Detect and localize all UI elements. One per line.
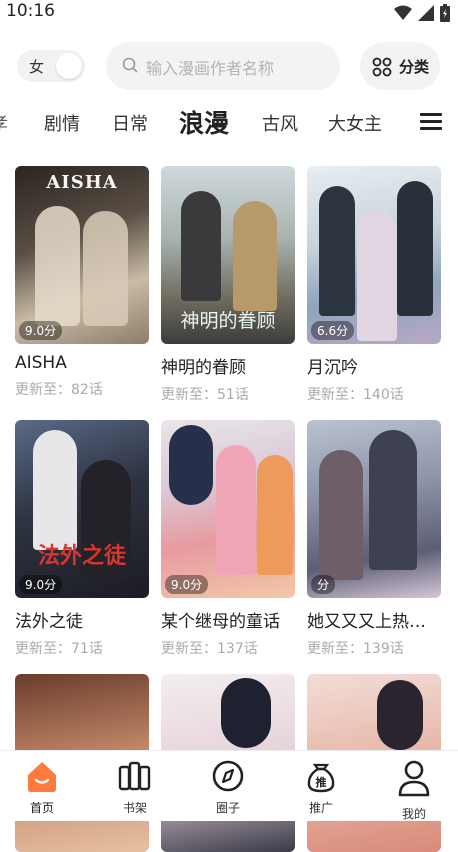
search-input[interactable]: 输入漫画作者名称 — [106, 42, 340, 90]
cover-title-art: 神明的眷顾 — [180, 310, 276, 332]
tab-romance[interactable]: 浪漫 — [179, 104, 229, 140]
svg-text:推: 推 — [316, 775, 327, 789]
home-icon — [28, 762, 56, 792]
tab-daily[interactable]: 日常 — [112, 110, 148, 136]
comic-card[interactable]: 9.0分 某个继母的童话 更新至：137话 — [161, 420, 295, 658]
signal-icon — [418, 5, 434, 21]
tab-partial[interactable]: 孝 — [0, 110, 16, 136]
score-badge: 9.0分 — [19, 575, 63, 594]
comic-update: 更新至：82话 — [15, 382, 103, 398]
bookshelf-icon — [118, 761, 151, 791]
comic-title: 某个继母的童话 — [161, 612, 280, 632]
tab-heroine[interactable]: 大女主 — [328, 110, 382, 136]
nav-profile[interactable]: 我的 — [384, 759, 444, 822]
promote-bag-icon: 推 — [307, 763, 335, 793]
status-bar: 10:16 — [0, 0, 458, 26]
comic-cover[interactable]: AISHA 9.0分 — [15, 166, 149, 344]
comic-card[interactable]: 神明的眷顾 神明的眷顾 更新至：51话 — [161, 166, 295, 404]
comic-update: 更新至：140话 — [307, 387, 404, 403]
nav-promote[interactable]: 推 推广 — [291, 759, 351, 816]
score-badge: 9.0分 — [19, 321, 63, 340]
comic-title: 月沉吟 — [307, 358, 358, 378]
nav-circle-label: 圈子 — [215, 801, 240, 815]
comic-card[interactable]: 6.6分 月沉吟 更新至：140话 — [307, 166, 441, 404]
wifi-icon — [394, 5, 412, 20]
comic-update: 更新至：51话 — [161, 387, 249, 403]
search-icon — [122, 57, 138, 73]
comic-update: 更新至：137话 — [161, 641, 258, 657]
comic-cover[interactable]: 分 — [307, 420, 441, 598]
comic-cover[interactable]: 6.6分 — [307, 166, 441, 344]
comic-update: 更新至：71话 — [15, 641, 103, 657]
gender-toggle[interactable]: 女 — [17, 50, 85, 82]
nav-bookshelf[interactable]: 书架 — [105, 759, 165, 816]
comic-update: 更新至：139话 — [307, 641, 404, 657]
score-badge: 分 — [311, 575, 336, 594]
comic-title: 法外之徒 — [15, 612, 83, 632]
nav-profile-label: 我的 — [401, 807, 426, 821]
search-placeholder: 输入漫画作者名称 — [146, 59, 275, 78]
tab-drama[interactable]: 剧情 — [44, 110, 80, 136]
status-time: 10:16 — [6, 1, 55, 21]
genre-tabs: 孝 剧情 日常 浪漫 古风 大女主 — [0, 96, 458, 146]
toggle-knob — [56, 53, 82, 79]
nav-bookshelf-label: 书架 — [122, 801, 147, 815]
comic-cover[interactable]: 9.0分 — [161, 420, 295, 598]
category-grid-icon — [372, 57, 392, 77]
compass-icon — [212, 760, 244, 792]
nav-home[interactable]: 首页 — [12, 759, 72, 816]
bottom-nav: 首页 书架 圈子 推 推广 我的 — [0, 750, 458, 821]
battery-icon — [440, 4, 450, 22]
nav-promote-label: 推广 — [308, 801, 333, 815]
comic-cover[interactable]: 法外之徒 9.0分 — [15, 420, 149, 598]
score-badge: 9.0分 — [165, 575, 209, 594]
cover-title-art: 法外之徒 — [37, 543, 126, 569]
profile-icon — [398, 760, 430, 797]
gender-toggle-label: 女 — [29, 58, 45, 76]
comic-card[interactable]: AISHA 9.0分 AISHA 更新至：82话 — [15, 166, 149, 399]
comic-cover[interactable]: 神明的眷顾 — [161, 166, 295, 344]
status-icons — [394, 4, 450, 22]
top-header: 女 输入漫画作者名称 分类 — [0, 42, 458, 90]
nav-circle[interactable]: 圈子 — [198, 759, 258, 816]
comic-title: AISHA — [15, 353, 67, 373]
tab-ancient[interactable]: 古风 — [262, 110, 298, 136]
category-button[interactable]: 分类 — [360, 42, 440, 90]
category-label: 分类 — [399, 58, 430, 76]
nav-home-label: 首页 — [29, 801, 54, 815]
more-tabs-menu-icon[interactable] — [420, 113, 442, 131]
score-badge: 6.6分 — [311, 321, 355, 340]
comic-card[interactable]: 分 她又又又上热… 更新至：139话 — [307, 420, 441, 658]
comic-title: 她又又又上热… — [307, 612, 426, 632]
cover-title-art: AISHA — [46, 172, 118, 193]
comic-title: 神明的眷顾 — [161, 358, 246, 378]
comic-card[interactable]: 法外之徒 9.0分 法外之徒 更新至：71话 — [15, 420, 149, 658]
